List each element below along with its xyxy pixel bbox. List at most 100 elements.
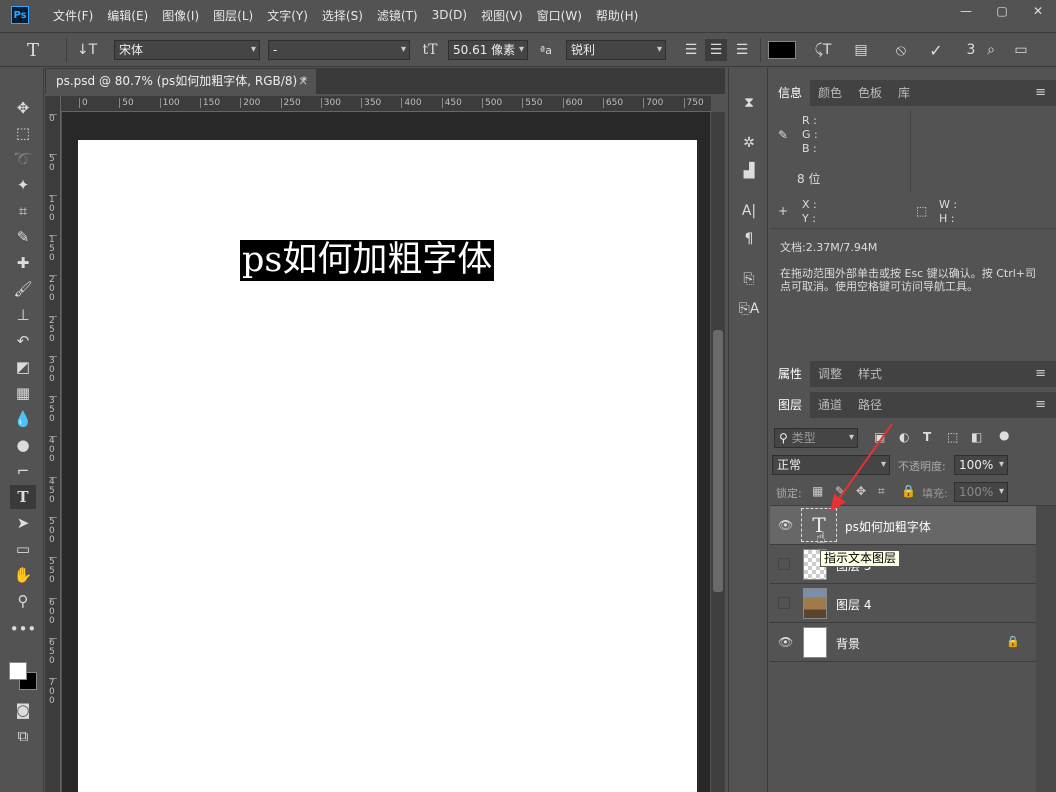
layer-name[interactable]: ps如何加粗字体	[845, 518, 931, 535]
character-panel-icon[interactable]: A|	[738, 200, 760, 222]
layer-row-text[interactable]: 👁 T ps如何加粗字体	[770, 506, 1036, 545]
layer-row-5[interactable]: 图层 5	[770, 545, 1036, 584]
menu-edit[interactable]: 编辑(E)	[107, 7, 148, 24]
align-right-icon[interactable]: ☰	[731, 39, 753, 61]
cancel-icon[interactable]: ⦸	[890, 39, 912, 61]
font-size-select[interactable]: 50.61 像素 ▾	[448, 40, 528, 60]
character-panel-icon[interactable]: ▤	[850, 39, 872, 61]
brush-tool-icon[interactable]: 🖌	[10, 277, 36, 301]
histogram-panel-icon[interactable]: ▟	[738, 160, 760, 182]
type-tool-icon[interactable]: T	[10, 485, 36, 509]
quick-mask-icon[interactable]: ◙	[10, 698, 36, 722]
zoom-tool-icon[interactable]: ⚲	[10, 589, 36, 613]
path-selection-tool-icon[interactable]: ➤	[10, 511, 36, 535]
canvas[interactable]	[78, 140, 697, 792]
menu-3d[interactable]: 3D(D)	[432, 8, 467, 22]
tab-info[interactable]: 信息	[770, 80, 811, 106]
menu-help[interactable]: 帮助(H)	[596, 7, 638, 24]
scrollbar-thumb[interactable]	[713, 330, 723, 592]
align-center-icon[interactable]: ☰	[705, 39, 727, 61]
history-panel-icon[interactable]: ⧗	[738, 92, 760, 114]
layer-name[interactable]: 图层 4	[836, 596, 871, 613]
tab-channels[interactable]: 通道	[810, 392, 850, 418]
opacity-input[interactable]: 100% ▾	[954, 455, 1008, 475]
smart-object-filter-icon[interactable]: ◧	[971, 430, 982, 444]
menu-type[interactable]: 文字(Y)	[267, 7, 308, 24]
panel-menu-icon[interactable]: ≡	[1035, 397, 1046, 412]
3d-icon[interactable]: 3	[960, 39, 982, 61]
antialias-select[interactable]: 锐利 ▾	[566, 40, 666, 60]
panel-menu-icon[interactable]: ≡	[1035, 85, 1046, 100]
filter-toggle-icon[interactable]: ●	[999, 428, 1009, 442]
gradient-tool-icon[interactable]: ▦	[10, 381, 36, 405]
move-tool-icon[interactable]: ✥	[10, 96, 36, 120]
paragraph-panel-icon[interactable]: ¶	[738, 228, 760, 250]
history-brush-tool-icon[interactable]: ↶	[10, 329, 36, 353]
tab-styles[interactable]: 样式	[850, 361, 890, 387]
layer-row-4[interactable]: 图层 4	[770, 584, 1036, 623]
commit-check-icon[interactable]: ✓	[925, 39, 947, 61]
background-layer-thumbnail[interactable]	[803, 627, 827, 658]
minimize-button[interactable]: —	[948, 0, 984, 22]
canvas-text-selection[interactable]: ps如何加粗字体	[240, 240, 495, 281]
navigator-panel-icon[interactable]: ✲	[738, 132, 760, 154]
tab-adjustments[interactable]: 调整	[810, 361, 850, 387]
eye-icon[interactable]: 👁	[778, 635, 793, 649]
warp-text-icon[interactable]: ⤹T	[812, 39, 834, 61]
menu-file[interactable]: 文件(F)	[53, 7, 93, 24]
shape-filter-icon[interactable]: ⬚	[947, 430, 958, 444]
more-tools-icon[interactable]: •••	[10, 617, 37, 641]
menu-window[interactable]: 窗口(W)	[537, 7, 582, 24]
healing-brush-tool-icon[interactable]: ✚	[10, 251, 36, 275]
tab-properties[interactable]: 属性	[770, 361, 811, 387]
blur-tool-icon[interactable]: 💧	[10, 407, 36, 431]
foreground-color-swatch[interactable]	[9, 662, 27, 680]
paragraph-styles-icon[interactable]: ⎘A	[738, 298, 760, 320]
toggle-orientation-icon[interactable]: ↓T	[76, 39, 98, 61]
rectangle-tool-icon[interactable]: ▭	[10, 537, 36, 561]
fill-input[interactable]: 100% ▾	[954, 482, 1008, 502]
crop-tool-icon[interactable]: ⌗	[10, 199, 36, 223]
tab-color[interactable]: 颜色	[810, 80, 850, 106]
type-filter-icon[interactable]: T	[923, 430, 931, 444]
close-icon[interactable]: ×	[298, 69, 308, 93]
layer-name[interactable]: 背景	[836, 635, 860, 652]
lasso-tool-icon[interactable]: ➰	[10, 147, 36, 171]
restore-button[interactable]: ▢	[984, 0, 1020, 22]
text-color-swatch[interactable]	[768, 41, 796, 59]
eye-icon[interactable]: 👁	[778, 518, 793, 532]
menu-image[interactable]: 图像(I)	[162, 7, 199, 24]
character-styles-icon[interactable]: ⎘	[738, 268, 760, 290]
marquee-tool-icon[interactable]: ⬚	[10, 121, 36, 145]
screen-mode-icon[interactable]: ⧉	[10, 724, 36, 748]
pen-tool-icon[interactable]: ⌐	[10, 459, 36, 483]
adjustment-filter-icon[interactable]: ◐	[899, 430, 909, 444]
layers-scrollbar[interactable]	[1036, 506, 1056, 792]
type-tool-preset-icon[interactable]: T	[22, 39, 44, 61]
tab-libraries[interactable]: 库	[890, 80, 918, 106]
layer-row-background[interactable]: 👁 背景 🔒	[770, 623, 1036, 662]
tab-swatches[interactable]: 色板	[850, 80, 890, 106]
menu-view[interactable]: 视图(V)	[481, 7, 523, 24]
workspace-icon[interactable]: ▭	[1010, 39, 1032, 61]
font-family-select[interactable]: 宋体 ▾	[114, 40, 260, 60]
panel-menu-icon[interactable]: ≡	[1035, 366, 1046, 381]
document-tab[interactable]: ps.psd @ 80.7% (ps如何加粗字体, RGB/8) * ×	[46, 69, 316, 94]
magic-wand-tool-icon[interactable]: ✦	[10, 173, 36, 197]
search-icon[interactable]: ⌕	[980, 39, 1002, 61]
align-left-icon[interactable]: ☰	[680, 39, 702, 61]
menu-filter[interactable]: 滤镜(T)	[377, 7, 418, 24]
photo-layer-thumbnail[interactable]	[803, 588, 827, 619]
eyedropper-tool-icon[interactable]: ✎	[10, 225, 36, 249]
hand-tool-icon[interactable]: ✋	[10, 563, 36, 587]
lock-all-icon[interactable]: 🔒	[901, 484, 916, 498]
tab-layers[interactable]: 图层	[770, 392, 811, 418]
dodge-tool-icon[interactable]: ●	[10, 433, 36, 457]
visibility-toggle-off[interactable]	[778, 597, 790, 609]
menu-select[interactable]: 选择(S)	[322, 7, 363, 24]
tab-paths[interactable]: 路径	[850, 392, 890, 418]
visibility-toggle-off[interactable]	[778, 558, 790, 570]
stamp-tool-icon[interactable]: ⊥	[10, 303, 36, 327]
font-style-select[interactable]: - ▾	[268, 40, 410, 60]
close-window-button[interactable]: ✕	[1020, 0, 1056, 22]
